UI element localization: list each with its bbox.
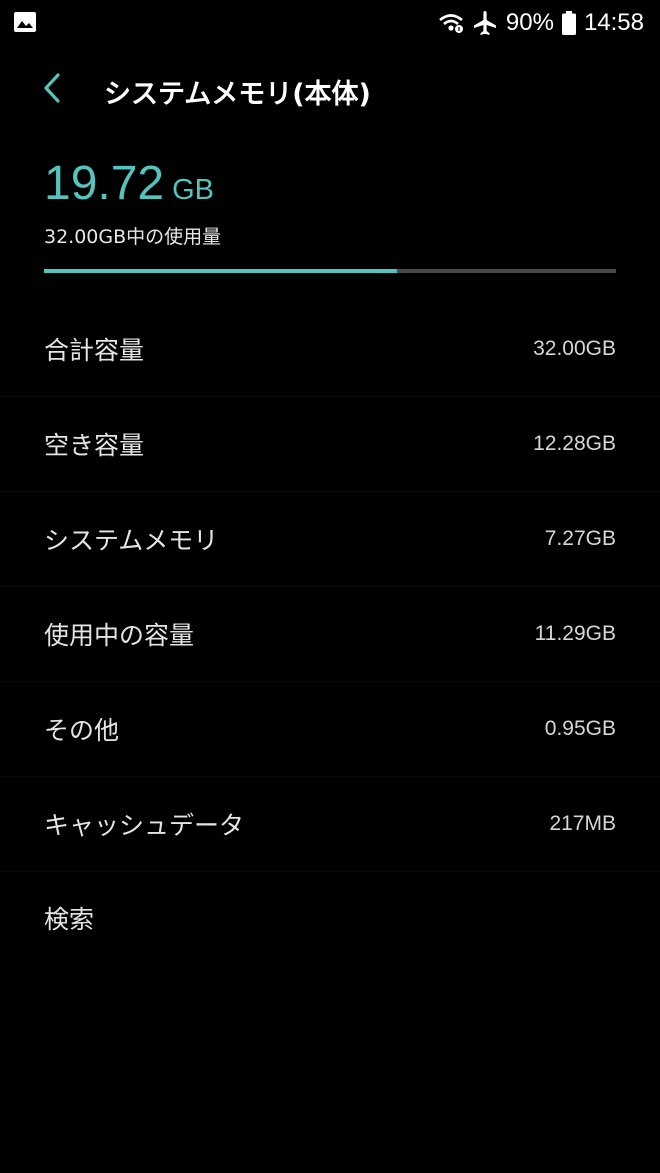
wifi-icon <box>438 12 464 34</box>
used-unit: GB <box>172 174 215 206</box>
app-bar: システムメモリ(本体) <box>0 56 660 124</box>
row-label: 空き容量 <box>44 431 145 460</box>
usage-progress-fill <box>44 269 397 273</box>
page-title: システムメモリ(本体) <box>104 79 371 110</box>
used-value: 19.72 <box>44 157 165 210</box>
row-value: 0.95GB <box>544 717 616 740</box>
search-label: 検索 <box>44 905 95 934</box>
search-item[interactable]: 検索 <box>0 872 660 964</box>
row-free-space: 空き容量 12.28GB <box>0 397 660 492</box>
row-value: 11.29GB <box>534 622 616 645</box>
battery-icon <box>561 11 576 35</box>
row-value: 7.27GB <box>544 527 616 550</box>
storage-summary: 19.72 GB 32.00GB中の使用量 <box>44 160 616 249</box>
status-bar: 90% 14:58 <box>0 0 660 46</box>
row-label: システムメモリ <box>44 526 219 555</box>
used-amount: 19.72 GB <box>44 160 616 208</box>
airplane-mode-icon <box>472 10 498 36</box>
row-value: 12.28GB <box>533 432 616 455</box>
row-label: 合計容量 <box>44 336 145 365</box>
row-label: 使用中の容量 <box>44 621 195 650</box>
row-label: キャッシュデータ <box>44 811 245 840</box>
gallery-notification-icon <box>13 11 37 33</box>
row-value: 217MB <box>549 812 616 835</box>
storage-details-list: 合計容量 32.00GB 空き容量 12.28GB システムメモリ 7.27GB… <box>0 302 660 964</box>
row-value: 32.00GB <box>533 337 616 360</box>
usage-progress-bar <box>44 269 616 273</box>
back-button[interactable] <box>30 66 74 114</box>
battery-percent: 90% <box>505 9 554 36</box>
row-total-capacity: 合計容量 32.00GB <box>0 302 660 397</box>
row-cache-data[interactable]: キャッシュデータ 217MB <box>0 777 660 872</box>
clock: 14:58 <box>583 9 644 36</box>
used-caption: 32.00GB中の使用量 <box>44 226 222 248</box>
status-icons: 90% 14:58 <box>438 6 644 40</box>
chevron-left-icon <box>43 72 61 108</box>
row-used-space: 使用中の容量 11.29GB <box>0 587 660 682</box>
row-system-memory: システムメモリ 7.27GB <box>0 492 660 587</box>
row-label: その他 <box>44 716 120 745</box>
row-other[interactable]: その他 0.95GB <box>0 682 660 777</box>
